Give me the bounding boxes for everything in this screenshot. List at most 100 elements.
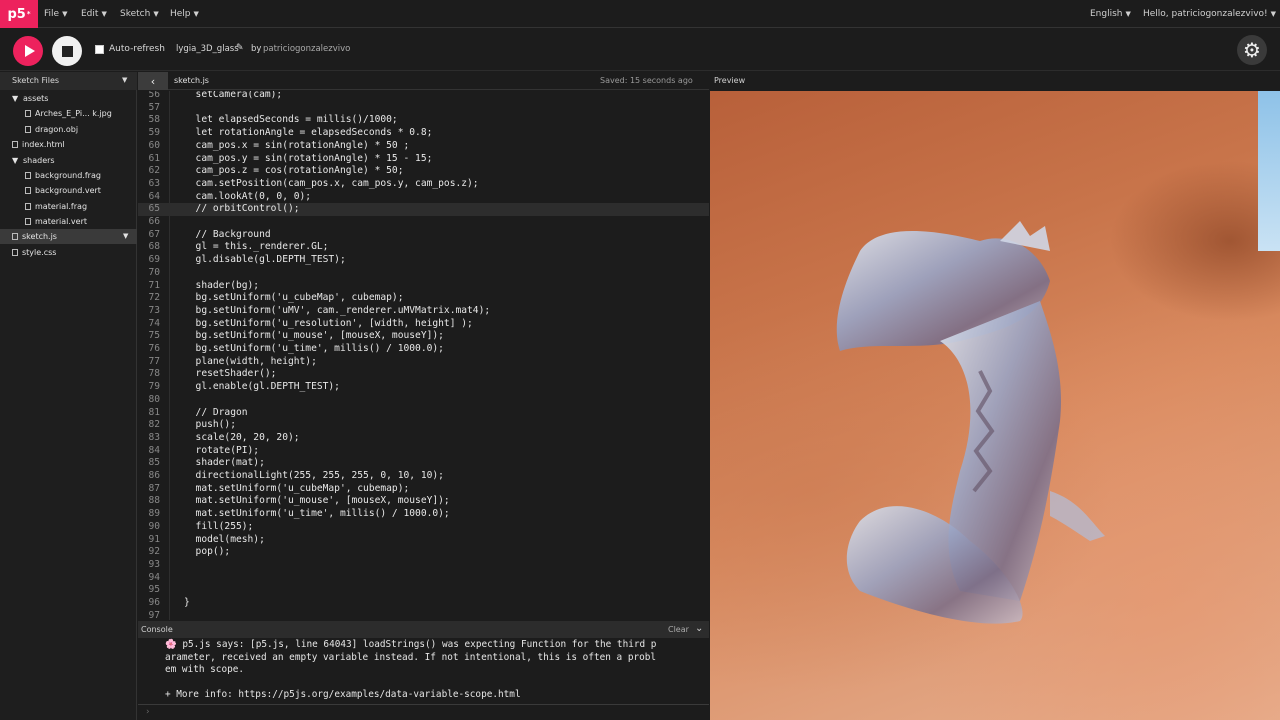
code-text: pop(); (184, 546, 231, 558)
file-icon (25, 172, 31, 179)
sidebar-item-dragon-obj[interactable]: dragon.obj (25, 122, 78, 137)
sidebar-item-arches-jpg[interactable]: Arches_E_Pi... k.jpg (25, 106, 112, 121)
line-number: 58 (148, 114, 160, 126)
code-line[interactable]: 74 bg.setUniform('u_resolution', [width,… (138, 318, 709, 331)
code-line[interactable]: 79 gl.enable(gl.DEPTH_TEST); (138, 381, 709, 394)
code-line[interactable]: 66 (138, 216, 709, 229)
code-text: resetShader(); (184, 368, 277, 380)
code-line[interactable]: 73 bg.setUniform('uMV', cam._renderer.uM… (138, 305, 709, 318)
sidebar-item-label: index.html (22, 140, 65, 149)
pencil-icon[interactable]: ✎ (236, 43, 244, 53)
by-label: by (251, 44, 262, 54)
code-line[interactable]: 63 cam.setPosition(cam_pos.x, cam_pos.y,… (138, 178, 709, 191)
chevron-down-icon[interactable]: ▼ (123, 232, 128, 240)
sketch-name[interactable]: lygia_3D_glass (176, 44, 239, 54)
code-line[interactable]: 60 cam_pos.x = sin(rotationAngle) * 50 ; (138, 140, 709, 153)
code-line[interactable]: 80 (138, 394, 709, 407)
code-line[interactable]: 64 cam.lookAt(0, 0, 0); (138, 191, 709, 204)
code-line[interactable]: 65 // orbitControl(); (138, 203, 709, 216)
caret-down-icon[interactable]: ▼ (12, 156, 18, 165)
code-line[interactable]: 67 // Background (138, 229, 709, 242)
code-line[interactable]: 85 shader(mat); (138, 457, 709, 470)
code-line[interactable]: 82 push(); (138, 419, 709, 432)
console-line: arameter, received an empty variable ins… (165, 651, 657, 663)
sidebar-item-material-frag[interactable]: material.frag (25, 199, 87, 214)
language-label: English (1090, 9, 1123, 19)
menu-edit[interactable]: Edit ▼ (81, 0, 107, 28)
line-number: 78 (148, 368, 160, 380)
code-line[interactable]: 68 gl = this._renderer.GL; (138, 241, 709, 254)
code-line[interactable]: 57 (138, 102, 709, 115)
menu-help[interactable]: Help ▼ (170, 0, 199, 28)
code-line[interactable]: 83 scale(20, 20, 20); (138, 432, 709, 445)
auto-refresh-label: Auto-refresh (109, 44, 165, 54)
console-clear-button[interactable]: Clear (668, 625, 689, 634)
console-input[interactable]: › (138, 704, 709, 720)
code-line[interactable]: 84 rotate(PI); (138, 445, 709, 458)
code-line[interactable]: 62 cam_pos.z = cos(rotationAngle) * 50; (138, 165, 709, 178)
sketch-files-sidebar: Sketch Files ▼ ▼ assets Arches_E_Pi... k… (0, 72, 137, 720)
code-line[interactable]: 92 pop(); (138, 546, 709, 559)
code-text: bg.setUniform('u_resolution', [width, he… (184, 317, 473, 329)
sidebar-item-style-css[interactable]: style.css (12, 245, 56, 260)
sidebar-item-background-vert[interactable]: background.vert (25, 183, 101, 198)
code-line[interactable]: 69 gl.disable(gl.DEPTH_TEST); (138, 254, 709, 267)
sidebar-item-index-html[interactable]: index.html (12, 137, 65, 152)
play-button[interactable] (13, 36, 43, 66)
line-number: 96 (148, 597, 160, 608)
editor-filename: sketch.js (174, 76, 209, 85)
preview-canvas[interactable] (710, 91, 1280, 720)
menu-file[interactable]: File ▼ (44, 0, 67, 28)
code-line[interactable]: 59 let rotationAngle = elapsedSeconds * … (138, 127, 709, 140)
caret-down-icon[interactable]: ▼ (12, 94, 18, 103)
sidebar-item-assets[interactable]: assets (23, 91, 48, 106)
code-line[interactable]: 91 model(mesh); (138, 534, 709, 547)
sidebar-header[interactable]: Sketch Files ▼ (0, 72, 137, 90)
code-line[interactable]: 87 mat.setUniform('u_cubeMap', cubemap); (138, 483, 709, 496)
code-line[interactable]: 81 // Dragon (138, 407, 709, 420)
code-line[interactable]: 93 (138, 559, 709, 572)
code-text: cam_pos.x = sin(rotationAngle) * 50 ; (184, 139, 410, 151)
code-line[interactable]: 61 cam_pos.y = sin(rotationAngle) * 15 -… (138, 153, 709, 166)
sidebar-item-sketch-js[interactable]: sketch.js (12, 229, 57, 244)
author-link[interactable]: patriciogonzalezvivo (263, 44, 350, 54)
user-menu[interactable]: Hello, patriciogonzalezvivo! ▼ (1143, 0, 1276, 28)
chevron-down-icon[interactable]: ⌄ (695, 623, 703, 634)
stop-button[interactable] (52, 36, 82, 66)
code-line[interactable]: 88 mat.setUniform('u_mouse', [mouseX, mo… (138, 495, 709, 508)
code-line[interactable]: 58 let elapsedSeconds = millis()/1000; (138, 114, 709, 127)
code-line[interactable]: 90 fill(255); (138, 521, 709, 534)
code-line[interactable]: 56 setCamera(cam); (138, 91, 709, 102)
preview-title: Preview (714, 76, 746, 85)
auto-refresh-checkbox[interactable] (95, 45, 104, 54)
code-editor[interactable]: 56 setCamera(cam); 57 58 let elapsedSecond… (138, 91, 709, 620)
code-line[interactable]: 72 bg.setUniform('u_cubeMap', cubemap); (138, 292, 709, 305)
line-number: 97 (148, 609, 160, 620)
line-number: 83 (148, 431, 160, 443)
code-line[interactable]: 89 mat.setUniform('u_time', millis() / 1… (138, 508, 709, 521)
p5-logo[interactable]: p5 * (0, 0, 38, 28)
top-nav: p5 * File ▼ Edit ▼ Sketch ▼ Help ▼ English ▼ H… (0, 0, 1280, 28)
code-line[interactable]: 70 (138, 267, 709, 280)
settings-button[interactable]: ⚙ (1237, 35, 1267, 65)
sidebar-item-material-vert[interactable]: material.vert (25, 214, 87, 229)
code-line[interactable]: 78 resetShader(); (138, 368, 709, 381)
language-menu[interactable]: English ▼ (1090, 0, 1131, 28)
code-line[interactable]: 76 bg.setUniform('u_time', millis() / 10… (138, 343, 709, 356)
menu-sketch[interactable]: Sketch ▼ (120, 0, 159, 28)
code-line[interactable]: 96} (138, 597, 709, 610)
line-number: 68 (148, 241, 160, 253)
code-line[interactable]: 77 plane(width, height); (138, 356, 709, 369)
line-number: 87 (148, 482, 160, 494)
sidebar-item-background-frag[interactable]: background.frag (25, 168, 101, 183)
code-line[interactable]: 97 (138, 610, 709, 620)
sidebar-item-shaders[interactable]: shaders (23, 153, 55, 168)
code-line[interactable]: 71 shader(bg); (138, 280, 709, 293)
line-number: 60 (148, 139, 160, 151)
code-line[interactable]: 75 bg.setUniform('u_mouse', [mouseX, mou… (138, 330, 709, 343)
code-line[interactable]: 94 (138, 572, 709, 585)
code-line[interactable]: 86 directionalLight(255, 255, 255, 0, 10… (138, 470, 709, 483)
chevron-down-icon[interactable]: ▼ (122, 76, 127, 84)
code-line[interactable]: 95 (138, 584, 709, 597)
collapse-sidebar-button[interactable]: ‹ (138, 72, 168, 90)
